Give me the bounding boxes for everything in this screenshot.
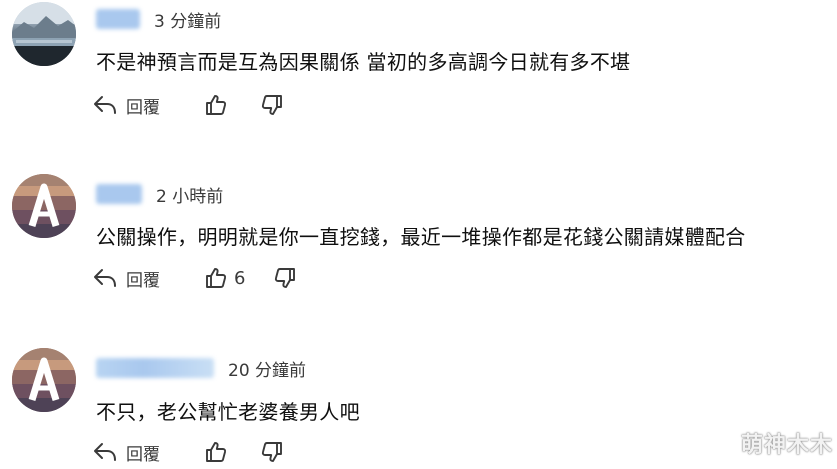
reply-label: 回覆 <box>126 270 160 291</box>
dislike-button[interactable] <box>260 93 284 117</box>
comment-actions: 回覆 <box>92 438 284 466</box>
letter-a-icon <box>12 174 76 238</box>
comment-section: 3 分鐘前 不是神預言而是互為因果關係 當初的多高調今日就有多不堪 回覆 2 小… <box>0 0 837 469</box>
landscape-photo-icon <box>12 2 76 66</box>
comment-actions: 回覆 6 <box>92 264 297 292</box>
comment-actions: 回覆 <box>92 91 284 119</box>
like-button[interactable]: 6 <box>204 266 245 290</box>
thumbs-up-icon <box>206 268 227 288</box>
comment-timestamp[interactable]: 3 分鐘前 <box>154 7 221 32</box>
thumbs-down-icon <box>275 268 296 288</box>
thumbs-down-icon <box>261 95 282 115</box>
like-button[interactable] <box>204 93 234 117</box>
reply-arrow-icon <box>94 269 116 287</box>
reply-arrow-icon <box>94 443 116 461</box>
comment-text: 公關操作，明明就是你一直挖錢，最近一堆操作都是花錢公關請媒體配合 <box>96 225 746 249</box>
comment-header: 3 分鐘前 <box>96 6 221 32</box>
reply-arrow-icon <box>94 96 116 114</box>
dislike-button[interactable] <box>273 266 297 290</box>
reply-button[interactable]: 回覆 <box>92 266 204 291</box>
comment-text: 不是神預言而是互為因果關係 當初的多高調今日就有多不堪 <box>96 50 631 74</box>
comment-timestamp[interactable]: 2 小時前 <box>156 182 223 207</box>
username-blurred[interactable] <box>96 9 140 29</box>
user-avatar[interactable] <box>12 174 76 238</box>
watermark: 萌神木木 <box>740 433 833 458</box>
letter-a-icon <box>12 348 76 412</box>
comment-header: 2 小時前 <box>96 181 223 207</box>
dislike-button[interactable] <box>260 440 284 464</box>
reply-button[interactable]: 回覆 <box>92 440 204 465</box>
reply-label: 回覆 <box>126 444 160 465</box>
user-avatar[interactable] <box>12 348 76 412</box>
thumbs-up-icon <box>206 95 227 115</box>
like-button[interactable] <box>204 440 234 464</box>
reply-button[interactable]: 回覆 <box>92 93 204 118</box>
like-count: 6 <box>234 267 246 289</box>
username-blurred[interactable] <box>96 358 214 378</box>
user-avatar[interactable] <box>12 2 76 66</box>
comment-text: 不只，老公幫忙老婆養男人吧 <box>96 400 360 424</box>
thumbs-down-icon <box>261 442 282 462</box>
thumbs-up-icon <box>206 442 227 462</box>
username-blurred[interactable] <box>96 184 142 204</box>
comment-timestamp[interactable]: 20 分鐘前 <box>228 356 306 381</box>
reply-label: 回覆 <box>126 97 160 118</box>
comment-header: 20 分鐘前 <box>96 355 306 381</box>
